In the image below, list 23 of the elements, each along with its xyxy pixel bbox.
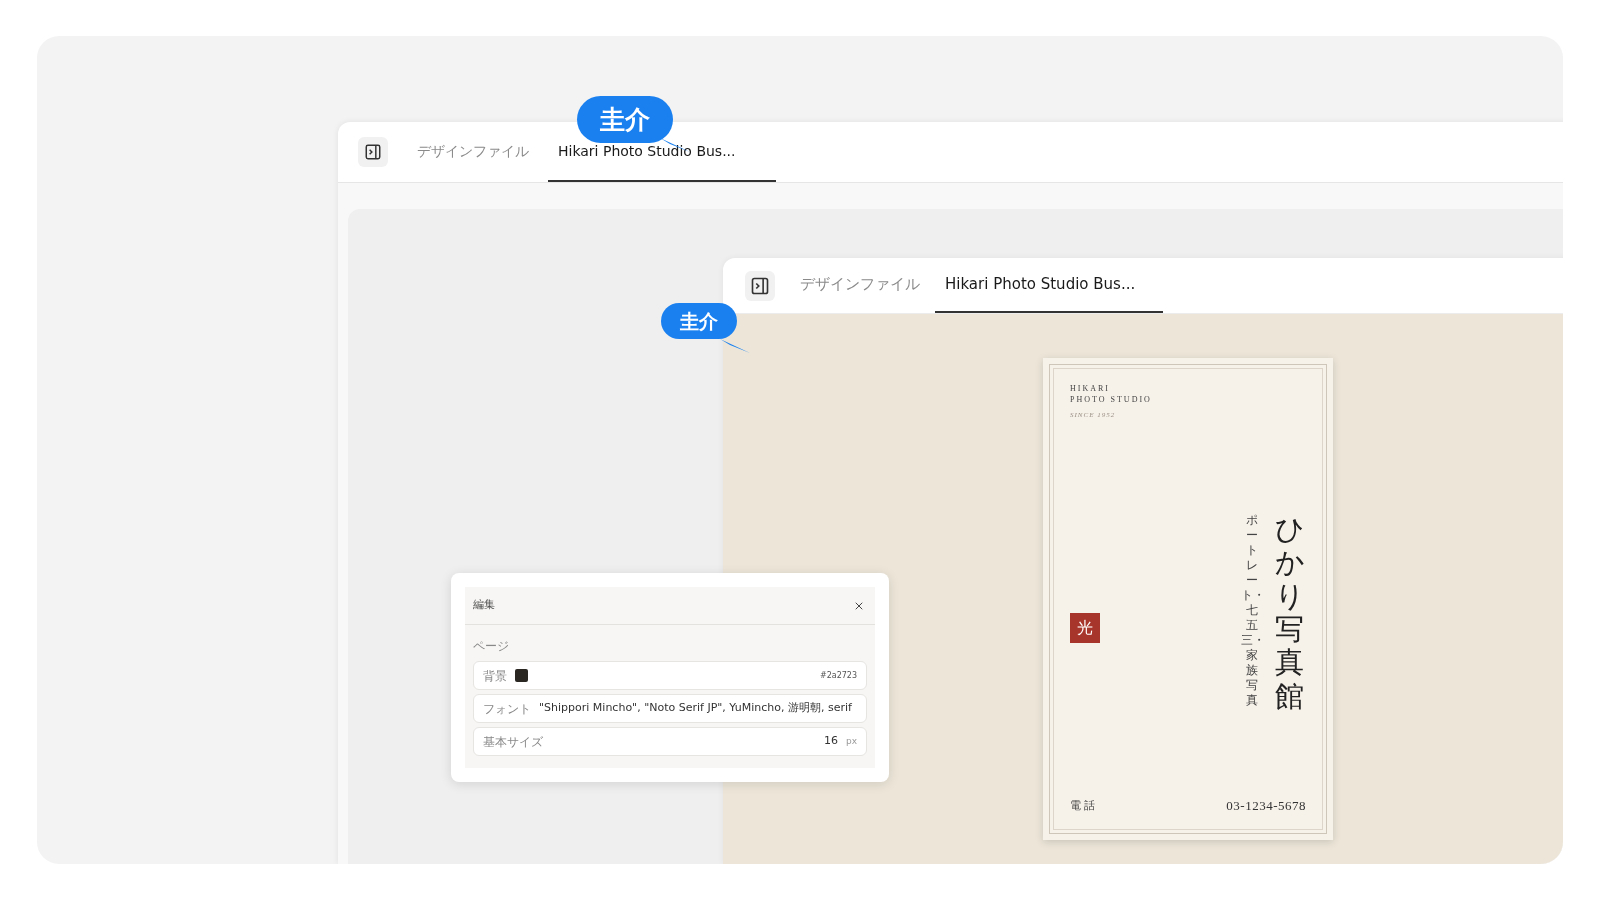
- panel-title: 編集: [473, 597, 495, 614]
- base-size-field[interactable]: 基本サイズ 16 px: [473, 727, 867, 756]
- section-label: ページ: [472, 638, 510, 655]
- tab[interactable]: デザインファイル: [785, 258, 935, 313]
- brand-name-line: HIKARI: [1070, 383, 1111, 394]
- phone-label: 電 話: [1070, 798, 1095, 813]
- collaborator-name-tag: 圭介: [577, 96, 673, 143]
- background-color-field[interactable]: 背景 #2a2723: [473, 661, 867, 690]
- sidebar-toggle-button[interactable]: [745, 270, 775, 301]
- brand-name-line: PHOTO STUDIO: [1070, 394, 1153, 405]
- color-swatch: [515, 669, 528, 682]
- font-select[interactable]: フォント "Shippori Mincho", "Noto Serif JP", YuMincho, 游明朝, serif: [473, 694, 867, 723]
- subtitle-vertical-text: ポートレート・七五三・家族写真: [1241, 512, 1263, 708]
- collaborator-name-tag: 圭介: [661, 303, 737, 339]
- sidebar-toggle-icon: [750, 275, 770, 296]
- phone-number: 03-1234-5678: [1226, 796, 1306, 815]
- color-hex-value: #2a2723: [819, 669, 857, 682]
- collaborator-pointer-icon: [720, 339, 750, 353]
- studio-title-vertical-text: ひかり写真館: [1275, 512, 1304, 714]
- tab[interactable]: デザインファイル: [398, 122, 548, 182]
- sidebar-toggle-icon: [364, 143, 382, 161]
- seal-mark: 光: [1070, 613, 1100, 643]
- sidebar-toggle-button[interactable]: [358, 137, 388, 167]
